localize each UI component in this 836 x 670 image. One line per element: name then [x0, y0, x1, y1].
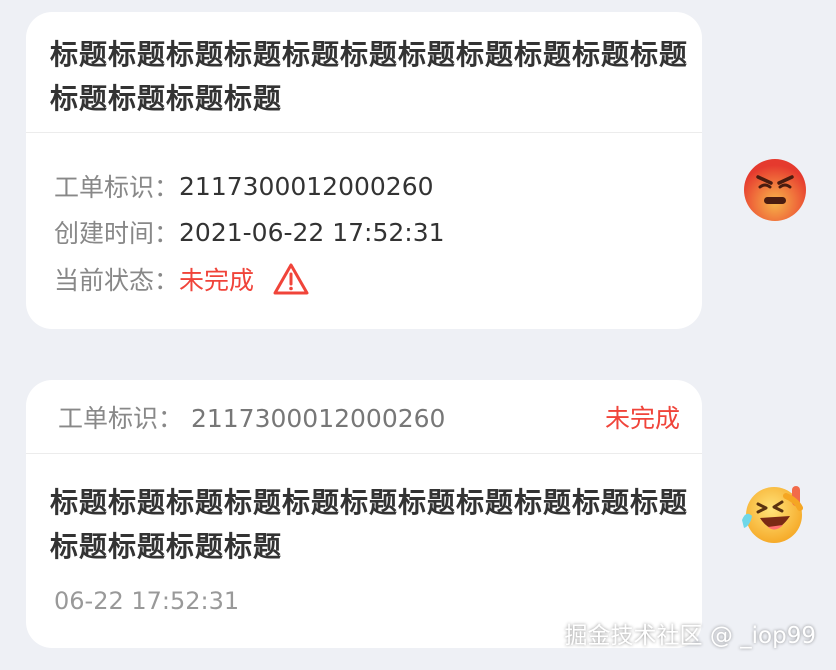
- ticket-card-compact[interactable]: 工单标识： 2117300012000260 未完成 标题标题标题标题标题标题标…: [26, 380, 702, 648]
- ticket-id-value: 2117300012000260: [179, 171, 434, 201]
- status-value: 未完成: [179, 266, 255, 295]
- ticket-id-label: 工单标识：: [54, 173, 180, 202]
- angry-face-icon: [742, 157, 808, 223]
- created-time-label: 创建时间：: [54, 219, 180, 248]
- created-time-value: 2021-06-22 17:52:31: [179, 217, 445, 247]
- ticket-title: 标题标题标题标题标题标题标题标题标题标题标题标题标题标题标题: [50, 38, 689, 115]
- laughing-face-icon: [738, 480, 804, 546]
- status-value: 未完成: [604, 404, 680, 433]
- ticket-card-detailed[interactable]: 标题标题标题标题标题标题标题标题标题标题标题标题标题标题标题 工单标识： 211…: [26, 12, 702, 329]
- status-row: 当前状态： 未完成: [54, 261, 310, 297]
- ticket-id-row: 工单标识： 2117300012000260: [54, 168, 434, 204]
- divider: [26, 453, 702, 454]
- ticket-id-label: 工单标识：: [58, 404, 184, 433]
- created-time-row: 创建时间： 2021-06-22 17:52:31: [54, 214, 445, 250]
- ticket-header: 工单标识： 2117300012000260 未完成: [58, 399, 680, 435]
- divider: [26, 132, 702, 133]
- ticket-id-group: 工单标识： 2117300012000260: [58, 399, 445, 435]
- ticket-id-value: 2117300012000260: [190, 404, 446, 433]
- watermark: 掘金技术社区 @ _iop99: [564, 623, 816, 649]
- ticket-title: 标题标题标题标题标题标题标题标题标题标题标题标题标题标题标题: [50, 486, 689, 563]
- status-label: 当前状态：: [54, 266, 180, 295]
- warning-triangle-icon: [272, 262, 310, 296]
- created-time: 06-22 17:52:31: [54, 587, 240, 615]
